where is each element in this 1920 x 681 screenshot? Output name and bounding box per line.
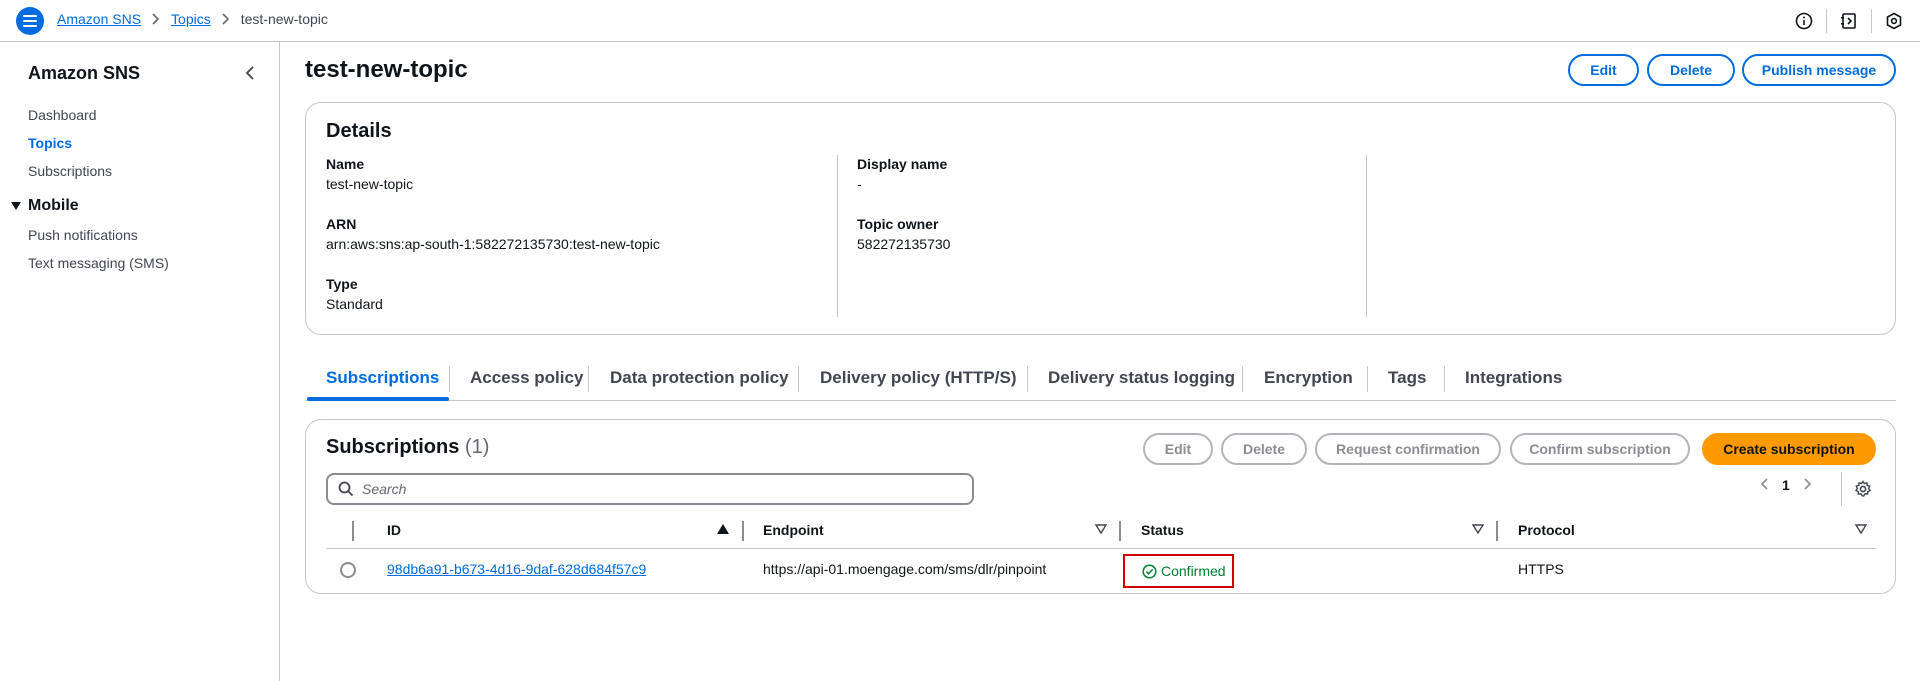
details-title: Details: [326, 120, 392, 142]
name-value: test-new-topic: [326, 176, 414, 192]
column-divider: [1119, 521, 1121, 541]
sort-ascending-icon[interactable]: [717, 524, 729, 534]
tab-divider: [1027, 366, 1028, 392]
sidebar-title: Amazon SNS: [28, 63, 141, 83]
confirm-subscription-button[interactable]: Confirm subscription: [1510, 433, 1690, 465]
column-divider: [352, 521, 354, 541]
column-divider: [1366, 155, 1367, 317]
tab-divider: [1367, 366, 1368, 392]
display-name-value: -: [857, 176, 862, 192]
breadcrumb-amazon-sns[interactable]: Amazon SNS: [57, 11, 141, 27]
search-placeholder: Search: [362, 481, 407, 497]
top-right-tools: [1792, 9, 1906, 33]
pagination-divider: [1841, 472, 1842, 506]
sidebar-item-dashboard[interactable]: Dashboard: [28, 107, 97, 123]
tab-divider: [1444, 366, 1445, 392]
subscriptions-count: (1): [464, 436, 490, 458]
column-header-id[interactable]: ID: [387, 522, 401, 538]
type-label: Type: [326, 276, 358, 292]
type-value: Standard: [326, 296, 383, 312]
search-input[interactable]: Search: [326, 473, 974, 505]
sort-icon[interactable]: [1095, 524, 1107, 534]
sidebar-item-text-messaging[interactable]: Text messaging (SMS): [28, 255, 169, 271]
row-select-radio[interactable]: [340, 562, 356, 578]
name-label: Name: [326, 156, 365, 172]
tab-divider: [1242, 366, 1243, 392]
create-subscription-button[interactable]: Create subscription: [1702, 433, 1876, 465]
info-icon[interactable]: [1792, 9, 1816, 33]
subscription-id-link[interactable]: 98db6a91-b673-4d16-9daf-628d684f57c9: [387, 561, 646, 577]
chevron-right-icon: [152, 13, 160, 25]
tab-encryption[interactable]: Encryption: [1264, 368, 1353, 388]
search-icon: [338, 481, 354, 497]
toolbar-divider: [1826, 9, 1827, 33]
request-confirmation-button[interactable]: Request confirmation: [1315, 433, 1501, 465]
subscriptions-title: Subscriptions (1): [326, 436, 489, 459]
side-navigation: Amazon SNS Dashboard Topics Subscription…: [0, 42, 280, 681]
tab-delivery-policy[interactable]: Delivery policy (HTTP/S): [820, 368, 1017, 388]
column-header-endpoint[interactable]: Endpoint: [763, 522, 824, 538]
column-header-protocol[interactable]: Protocol: [1518, 522, 1575, 538]
arn-value: arn:aws:sns:ap-south-1:582272135730:test…: [326, 236, 660, 252]
breadcrumb-topics[interactable]: Topics: [171, 11, 211, 27]
tab-tags[interactable]: Tags: [1388, 368, 1426, 388]
status-badge: Confirmed: [1123, 554, 1234, 588]
tab-divider: [449, 366, 450, 392]
details-panel: Details Name test-new-topic ARN arn:aws:…: [305, 102, 1896, 335]
active-tab-indicator: [307, 397, 449, 401]
breadcrumb-current: test-new-topic: [240, 11, 328, 27]
delete-topic-button[interactable]: Delete: [1647, 54, 1735, 86]
sidebar-section-label: Mobile: [28, 197, 79, 214]
caret-down-icon: [11, 202, 21, 210]
column-divider: [742, 521, 744, 541]
chevron-right-icon[interactable]: [1804, 477, 1812, 493]
status-text: Confirmed: [1161, 563, 1226, 579]
topic-owner-value: 582272135730: [857, 236, 951, 252]
topic-owner-label: Topic owner: [857, 216, 939, 232]
tab-access-policy[interactable]: Access policy: [470, 368, 583, 388]
sort-icon[interactable]: [1855, 524, 1867, 534]
chevron-left-icon[interactable]: [1760, 477, 1768, 493]
subscriptions-panel: Subscriptions (1) Edit Delete Request co…: [305, 419, 1896, 594]
sidebar-section-mobile[interactable]: Mobile: [11, 197, 79, 215]
menu-icon[interactable]: [16, 7, 44, 35]
tab-divider: [588, 366, 589, 392]
edit-subscription-button[interactable]: Edit: [1143, 433, 1213, 465]
table-header-divider: [326, 548, 1876, 549]
chevron-right-icon: [222, 13, 230, 25]
column-divider: [1496, 521, 1498, 541]
display-name-label: Display name: [857, 156, 948, 172]
edit-topic-button[interactable]: Edit: [1568, 54, 1639, 86]
top-navigation: Amazon SNS Topics test-new-topic: [0, 0, 1920, 42]
breadcrumb: Amazon SNS Topics test-new-topic: [57, 11, 328, 27]
sidebar-item-push-notifications[interactable]: Push notifications: [28, 227, 138, 243]
topic-tabs: Subscriptions Access policy Data protect…: [305, 358, 1896, 401]
subscription-protocol: HTTPS: [1518, 561, 1564, 577]
sort-icon[interactable]: [1472, 524, 1484, 534]
tab-delivery-status-logging[interactable]: Delivery status logging: [1048, 368, 1235, 388]
tab-data-protection-policy[interactable]: Data protection policy: [610, 368, 789, 388]
arn-label: ARN: [326, 216, 357, 232]
column-header-status[interactable]: Status: [1141, 522, 1184, 538]
notes-icon[interactable]: [1837, 9, 1861, 33]
check-circle-icon: [1142, 563, 1157, 579]
sidebar-item-topics[interactable]: Topics: [28, 135, 72, 151]
security-settings-icon[interactable]: [1882, 9, 1906, 33]
page-number[interactable]: 1: [1782, 477, 1790, 493]
tab-subscriptions[interactable]: Subscriptions: [326, 368, 439, 388]
pagination: 1: [1760, 477, 1812, 493]
publish-message-button[interactable]: Publish message: [1742, 54, 1896, 86]
sidebar-item-subscriptions[interactable]: Subscriptions: [28, 163, 112, 179]
toolbar-divider: [1871, 9, 1872, 33]
delete-subscription-button[interactable]: Delete: [1221, 433, 1307, 465]
subscriptions-title-text: Subscriptions: [326, 436, 460, 458]
tab-divider: [798, 366, 799, 392]
page-title: test-new-topic: [305, 56, 468, 83]
column-divider: [837, 155, 838, 317]
subscription-endpoint: https://api-01.moengage.com/sms/dlr/pinp…: [763, 561, 1047, 577]
chevron-left-icon[interactable]: [240, 63, 260, 83]
settings-icon[interactable]: [1852, 478, 1874, 500]
tab-integrations[interactable]: Integrations: [1465, 368, 1562, 388]
